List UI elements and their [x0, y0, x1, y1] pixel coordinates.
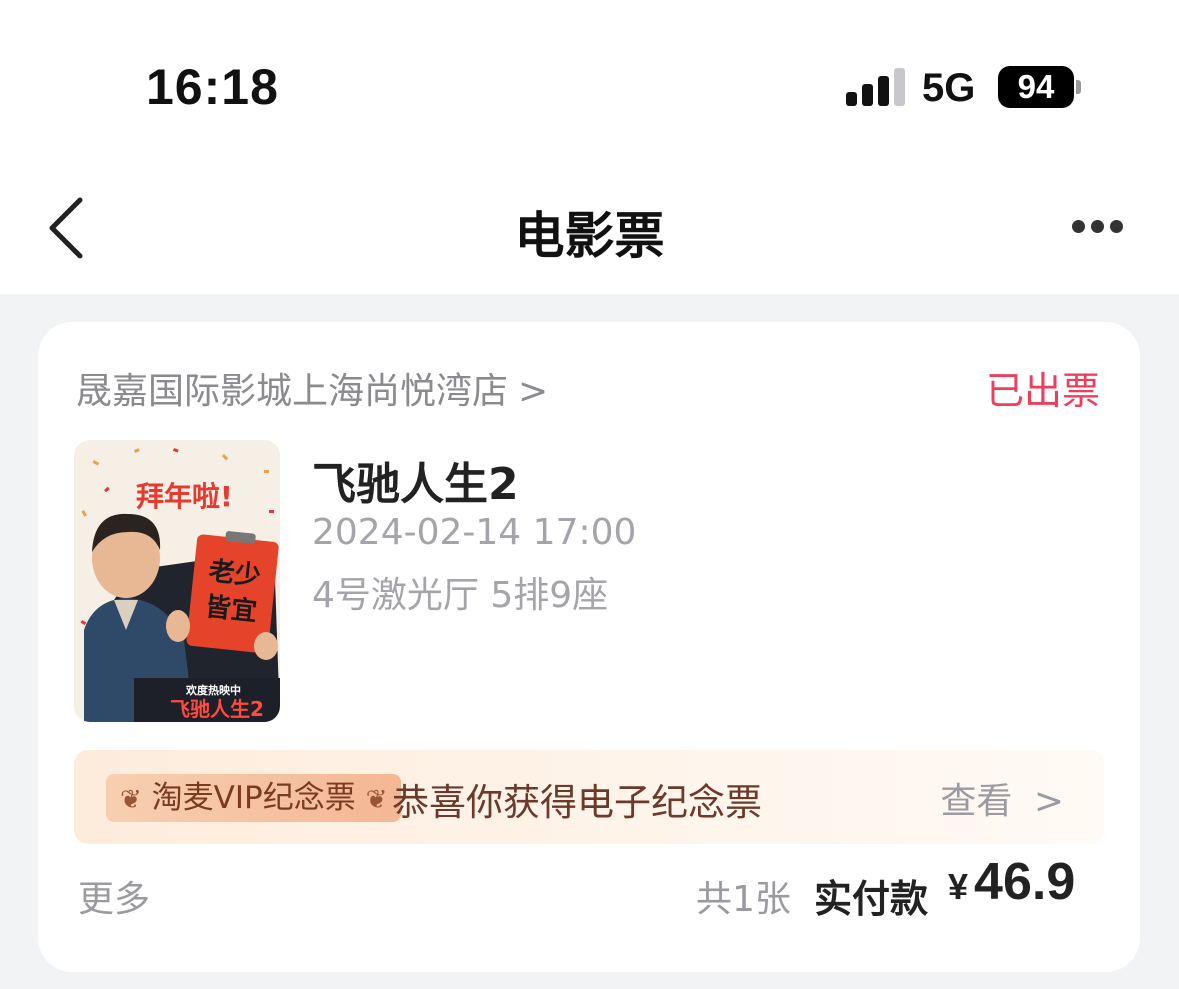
vip-souvenir-badge: ❦ 淘麦VIP纪念票 ❦: [106, 774, 402, 822]
chevron-right-icon: >: [1033, 781, 1064, 822]
page-title: 电影票: [514, 207, 665, 265]
svg-text:皆宜: 皆宜: [203, 591, 258, 627]
more-dots-icon: [1072, 220, 1085, 233]
cinema-link[interactable]: 晟嘉国际影城上海尚悦湾店 >: [76, 362, 548, 414]
battery-level: 94: [1017, 68, 1055, 105]
cinema-name: 晟嘉国际影城上海尚悦湾店: [76, 371, 509, 412]
order-card[interactable]: 晟嘉国际影城上海尚悦湾店 > 已出票 拜年啦! 老少 皆宜 欢度热映中 飞驰人生…: [38, 322, 1140, 972]
amount-value: 46.9: [974, 853, 1076, 911]
poster-image: 拜年啦! 老少 皆宜 欢度热映中 飞驰人生2: [74, 440, 280, 722]
poster-sign-text: 老少: [207, 556, 262, 591]
laurel-right-icon: ❦: [365, 785, 388, 815]
ticket-count: 共1张: [696, 879, 791, 920]
paid-amount: ¥46.9: [948, 852, 1075, 912]
currency-symbol: ¥: [948, 866, 969, 907]
chevron-right-icon: >: [518, 371, 549, 412]
poster-footer: 欢度热映中: [185, 683, 241, 697]
show-datetime: 2024-02-14 17:00: [312, 512, 637, 553]
view-label: 查看: [940, 781, 1013, 822]
poster-headline: 拜年啦!: [136, 480, 233, 513]
souvenir-ticket-banner[interactable]: ❦ 淘麦VIP纪念票 ❦ 恭喜你获得电子纪念票 查看 >: [74, 750, 1104, 844]
ticket-status: 已出票: [985, 369, 1100, 413]
laurel-left-icon: ❦: [120, 785, 142, 815]
vip-badge-label: 淘麦VIP纪念票: [151, 780, 356, 816]
battery-tip: [1076, 80, 1081, 94]
more-button[interactable]: [1068, 212, 1128, 242]
header: 16:18 5G 94 电影票: [0, 0, 1179, 294]
view-souvenir-link[interactable]: 查看 >: [940, 772, 1064, 824]
signal-icon: [846, 68, 906, 106]
hall-seat: 4号激光厅 5排9座: [312, 575, 609, 616]
movie-poster[interactable]: 拜年啦! 老少 皆宜 欢度热映中 飞驰人生2: [74, 440, 280, 722]
poster-title-art: 飞驰人生2: [170, 697, 264, 721]
paid-label: 实付款: [814, 877, 929, 921]
battery-icon: 94: [998, 66, 1074, 108]
souvenir-message: 恭喜你获得电子纪念票: [392, 781, 762, 824]
more-link[interactable]: 更多: [78, 870, 150, 922]
movie-title: 飞驰人生2: [312, 459, 519, 510]
network-type: 5G: [922, 66, 976, 110]
status-time: 16:18: [146, 59, 279, 115]
